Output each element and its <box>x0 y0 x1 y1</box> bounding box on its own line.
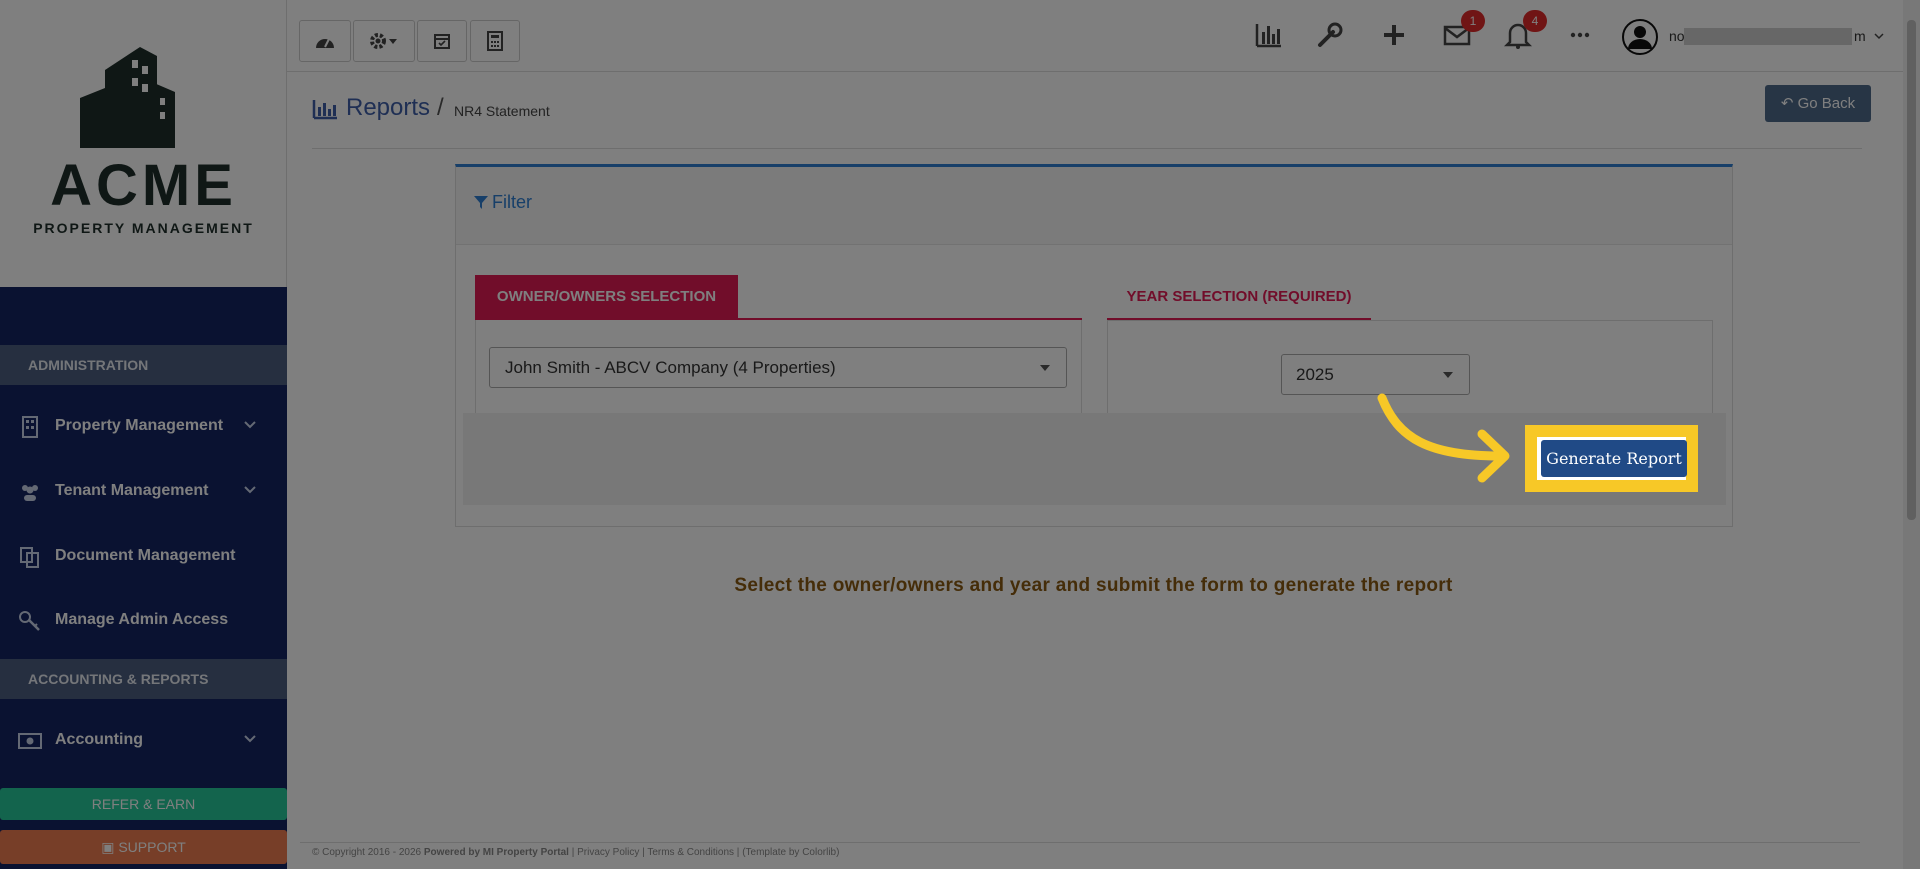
notifications-badge: 4 <box>1523 10 1547 32</box>
sidebar-item-property-management[interactable]: Property Management <box>0 402 287 452</box>
page-title[interactable]: Reports <box>346 94 430 122</box>
section-administration: ADMINISTRATION <box>0 345 287 385</box>
brand-tagline: PROPERTY MANAGEMENT <box>33 220 254 236</box>
redacted-email <box>1684 28 1852 45</box>
building-logo-icon <box>80 47 175 148</box>
footer-copyright: © Copyright 2016 - 2026 <box>312 847 422 858</box>
owner-select-value: John Smith - ABCV Company (4 Properties) <box>505 358 836 377</box>
sidebar-item-label: Property Management <box>55 417 224 434</box>
sidebar: ACME PROPERTY MANAGEMENT ADMINISTRATION … <box>0 0 287 869</box>
users-icon <box>22 485 38 501</box>
footer-divider <box>300 842 1860 843</box>
scroll-thumb[interactable] <box>1907 20 1916 520</box>
key-icon <box>19 611 40 631</box>
chevron-down-icon[interactable] <box>1874 33 1884 40</box>
settings-dropdown-button[interactable] <box>353 20 415 62</box>
breadcrumb-separator: / <box>437 94 444 121</box>
chevron-down-icon <box>244 486 256 494</box>
owner-select[interactable]: John Smith - ABCV Company (4 Properties) <box>489 347 1067 388</box>
instruction-text: Select the owner/owners and year and sub… <box>734 575 1453 596</box>
documents-icon <box>20 547 39 568</box>
settings-icon <box>370 33 397 49</box>
avatar-icon[interactable] <box>1621 18 1659 56</box>
top-navbar: 1 4 no m <box>287 0 1903 72</box>
go-back-button[interactable]: ↶ Go Back <box>1765 85 1871 122</box>
chevron-down-icon <box>244 421 256 429</box>
bar-chart-icon <box>312 100 337 120</box>
user-name-prefix[interactable]: no <box>1669 28 1685 44</box>
breadcrumb-current: NR4 Statement <box>454 103 550 119</box>
footer-privacy-link[interactable]: Privacy Policy <box>577 847 639 858</box>
refer-earn-button[interactable]: REFER & EARN <box>0 788 287 820</box>
reply-icon: ↶ <box>1780 95 1794 112</box>
sidebar-item-label: Accounting <box>55 731 143 748</box>
book-icon: ▣ <box>101 839 115 855</box>
logo[interactable]: ACME PROPERTY MANAGEMENT <box>0 0 287 287</box>
year-select-value: 2025 <box>1296 365 1334 384</box>
calculator-button[interactable] <box>470 20 520 62</box>
tab-year-selection[interactable]: YEAR SELECTION (REQUIRED) <box>1107 275 1371 319</box>
filter-icon <box>474 196 488 209</box>
footer-template: (Template by Colorlib) <box>742 847 840 858</box>
page-footer: © Copyright 2016 - 2026 Powered by MI Pr… <box>312 847 840 858</box>
mail-badge: 1 <box>1461 10 1485 32</box>
building-icon <box>22 416 38 438</box>
calendar-button[interactable] <box>417 20 467 62</box>
sidebar-item-label: Document Management <box>55 547 236 564</box>
filter-panel-header: Filter <box>456 167 1732 245</box>
scrollbar[interactable] <box>1903 0 1920 869</box>
money-icon <box>18 733 42 749</box>
caret-down-icon <box>1443 372 1453 378</box>
dashboard-button[interactable] <box>299 20 351 62</box>
year-select[interactable]: 2025 <box>1281 354 1470 395</box>
support-label: SUPPORT <box>118 839 186 855</box>
brand-name: ACME <box>50 153 237 218</box>
caret-down-icon <box>1040 365 1050 371</box>
sidebar-item-label: Manage Admin Access <box>55 611 229 628</box>
footer-powered[interactable]: Powered by MI Property Portal <box>424 847 569 858</box>
divider <box>312 148 1862 149</box>
section-accounting-reports: ACCOUNTING & REPORTS <box>0 659 287 699</box>
calculator-icon <box>487 31 503 51</box>
filter-heading[interactable]: Filter <box>492 192 532 213</box>
tab-owner-selection[interactable]: OWNER/OWNERS SELECTION <box>475 275 738 319</box>
pointer-arrow-icon <box>1377 393 1510 483</box>
generate-report-button[interactable]: Generate Report <box>1541 440 1687 477</box>
dashboard-icon <box>316 38 334 48</box>
calendar-icon <box>434 34 450 49</box>
chevron-down-icon <box>244 735 256 743</box>
sidebar-item-tenant-management[interactable]: Tenant Management <box>0 467 287 517</box>
wrench-icon[interactable] <box>1315 20 1345 50</box>
footer-terms-link[interactable]: Terms & Conditions <box>647 847 734 858</box>
plus-icon[interactable] <box>1379 20 1409 50</box>
user-name-suffix[interactable]: m <box>1854 28 1866 44</box>
sidebar-item-accounting[interactable]: Accounting <box>0 716 287 766</box>
go-back-label: Go Back <box>1797 95 1856 112</box>
sidebar-item-manage-admin-access[interactable]: Manage Admin Access <box>0 596 287 646</box>
more-icon[interactable] <box>1565 20 1595 50</box>
support-button[interactable]: ▣ SUPPORT <box>0 830 287 864</box>
sidebar-item-label: Tenant Management <box>55 482 209 499</box>
chart-icon[interactable] <box>1254 20 1284 50</box>
